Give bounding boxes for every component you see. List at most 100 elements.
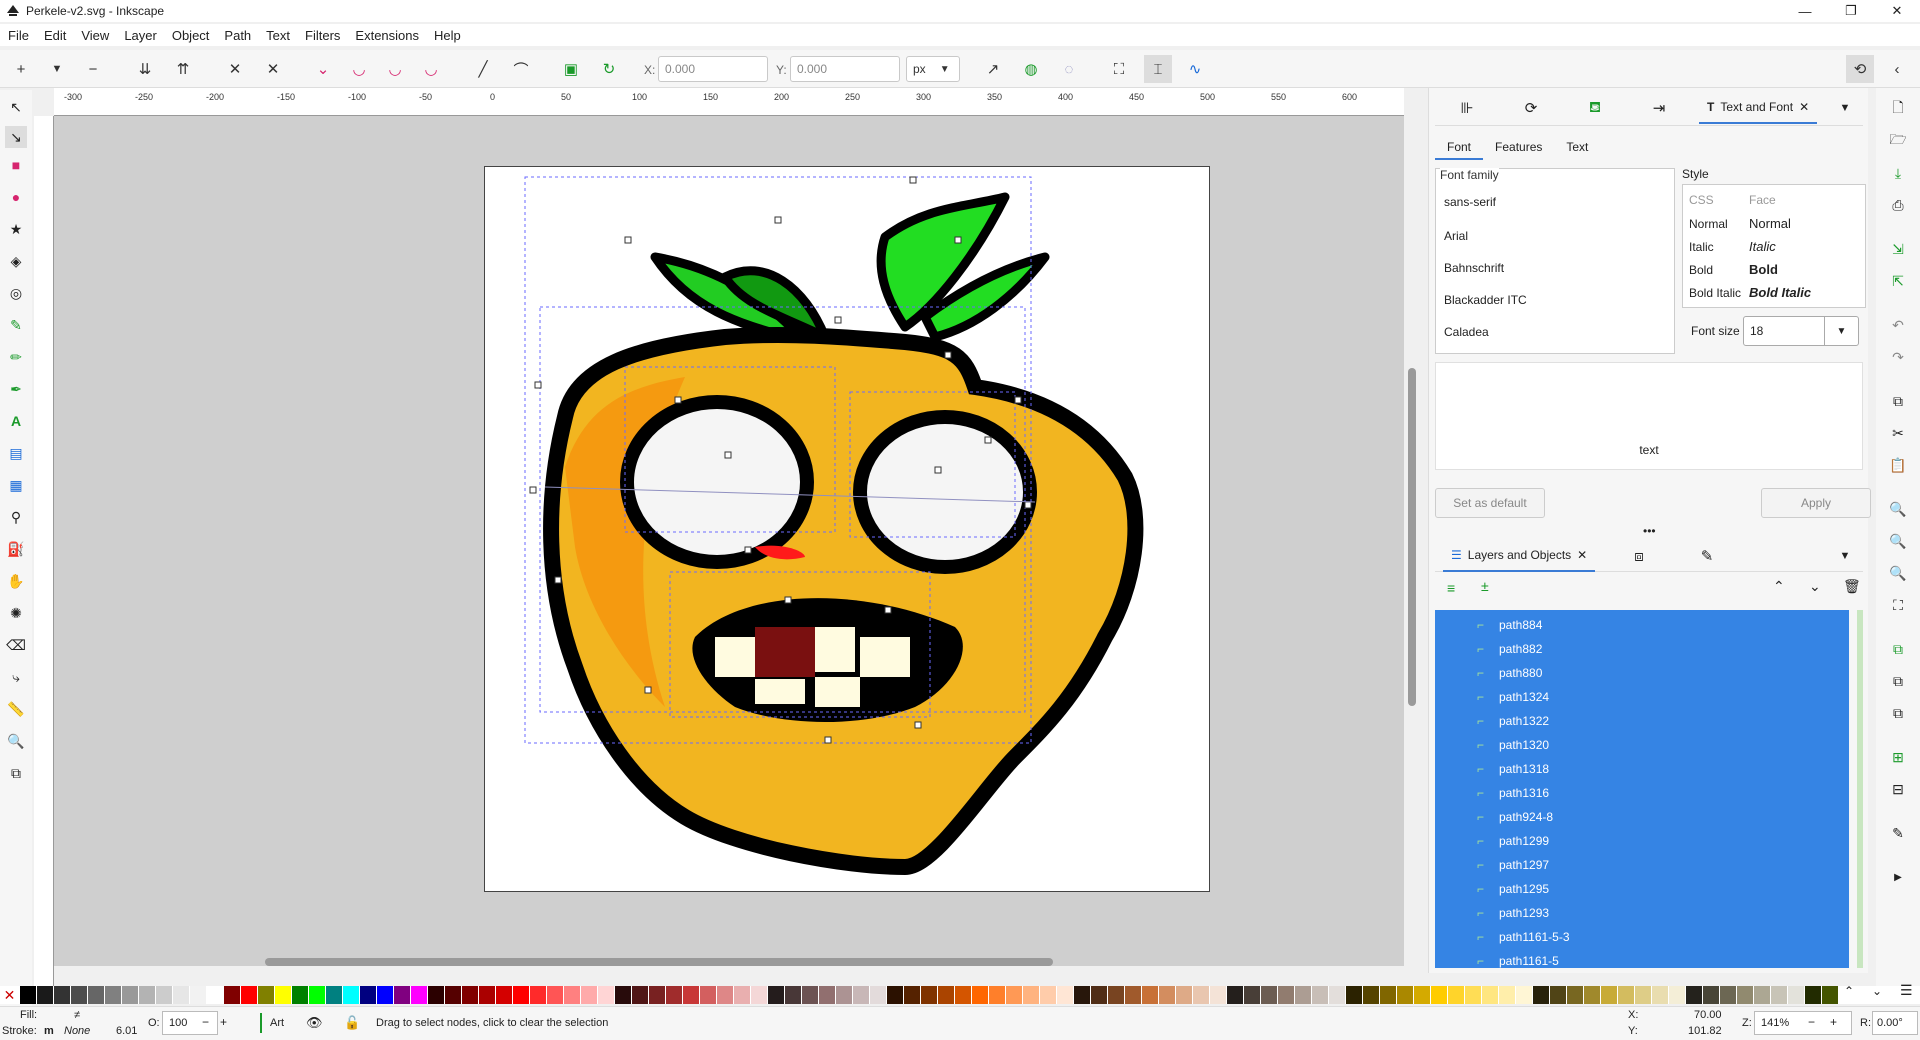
style-css[interactable]: Bold Italic	[1689, 286, 1741, 300]
vertical-scrollbar[interactable]	[1408, 368, 1416, 706]
list-item[interactable]: ⌐ path1318	[1435, 757, 1849, 781]
show-mask-icon[interactable]: ◌	[1060, 60, 1078, 78]
layer-visibility-icon[interactable]: 👁	[306, 1015, 323, 1031]
close-window-button[interactable]: ✕	[1874, 0, 1920, 22]
color-swatch[interactable]	[1771, 986, 1788, 1004]
color-swatch[interactable]	[1737, 986, 1754, 1004]
color-swatch[interactable]	[1720, 986, 1737, 1004]
color-swatch[interactable]	[1261, 986, 1278, 1004]
color-swatch[interactable]	[1635, 986, 1652, 1004]
color-swatch[interactable]	[1074, 986, 1091, 1004]
style-css[interactable]: Bold	[1689, 263, 1713, 277]
snap-menu-icon[interactable]: ‹	[1888, 60, 1906, 78]
menu-view[interactable]: View	[81, 28, 109, 43]
color-swatch[interactable]	[1499, 986, 1516, 1004]
color-swatch[interactable]	[445, 986, 462, 1004]
menu-filters[interactable]: Filters	[305, 28, 340, 43]
menu-path[interactable]: Path	[224, 28, 251, 43]
pencil-tool-icon[interactable]: ✏	[7, 348, 25, 366]
lower-object-icon[interactable]: ⌄	[1809, 578, 1821, 595]
color-swatch[interactable]	[700, 986, 717, 1004]
color-swatch[interactable]	[326, 986, 343, 1004]
copy-icon[interactable]: ⧉	[1889, 392, 1907, 410]
export-tab-icon[interactable]: ⇥	[1649, 98, 1669, 118]
undo-icon[interactable]: ↶	[1889, 316, 1907, 334]
show-handles-icon[interactable]: ⌶	[1144, 55, 1172, 83]
color-swatch[interactable]	[1193, 986, 1210, 1004]
color-swatch[interactable]	[1227, 986, 1244, 1004]
color-swatch[interactable]	[904, 986, 921, 1004]
ellipse-tool-icon[interactable]: ●	[7, 188, 25, 206]
color-swatch[interactable]	[1550, 986, 1567, 1004]
color-swatch[interactable]	[938, 986, 955, 1004]
show-clip-path-icon[interactable]: ◍	[1022, 60, 1040, 78]
horizontal-scrollbar[interactable]	[265, 958, 1053, 966]
join-segment-icon[interactable]: ✕	[226, 60, 244, 78]
show-path-outline-icon[interactable]: ∿	[1186, 60, 1204, 78]
style-face[interactable]: Italic	[1749, 239, 1776, 254]
cusp-node-icon[interactable]: ⌄	[314, 60, 332, 78]
transform-tab-icon[interactable]: ⟳	[1521, 98, 1541, 118]
color-swatch[interactable]	[1805, 986, 1822, 1004]
opacity-decrement-icon[interactable]: −	[202, 1015, 209, 1029]
group-icon[interactable]: ⊞	[1889, 748, 1907, 766]
3d-box-tool-icon[interactable]: ◈	[7, 252, 25, 270]
color-swatch[interactable]	[54, 986, 71, 1004]
list-item[interactable]: ⌐ path1316	[1435, 781, 1849, 805]
color-swatch[interactable]	[768, 986, 785, 1004]
edit-icon[interactable]: ✎	[1889, 824, 1907, 842]
apply-button[interactable]: Apply	[1761, 488, 1871, 518]
list-item[interactable]: ⌐ path1324	[1435, 685, 1849, 709]
color-swatch[interactable]	[1669, 986, 1686, 1004]
zoom-out-icon[interactable]: −	[1808, 1015, 1815, 1029]
font-family-input[interactable]: sans-serif	[1444, 195, 1496, 209]
delete-node-icon[interactable]: −	[84, 60, 102, 78]
add-layer-icon[interactable]: ≡	[1447, 580, 1455, 596]
color-swatch[interactable]	[173, 986, 190, 1004]
color-swatch[interactable]	[105, 986, 122, 1004]
color-swatch[interactable]	[564, 986, 581, 1004]
color-swatch[interactable]	[1448, 986, 1465, 1004]
color-swatch[interactable]	[1040, 986, 1057, 1004]
color-swatch[interactable]	[1397, 986, 1414, 1004]
delete-segment-icon[interactable]: ✕	[264, 60, 282, 78]
duplicate-icon[interactable]: ⧉	[1889, 640, 1907, 658]
measure-tool-icon[interactable]: 📏	[7, 700, 25, 718]
tweak-tool-icon[interactable]: ✋	[7, 572, 25, 590]
color-swatch[interactable]	[1822, 986, 1839, 1004]
pages-tool-icon[interactable]: ⧉	[7, 764, 25, 782]
color-swatch[interactable]	[1329, 986, 1346, 1004]
color-swatch[interactable]	[496, 986, 513, 1004]
symmetric-node-icon[interactable]: ◡	[386, 60, 404, 78]
eraser-tool-icon[interactable]: ⌫	[6, 636, 26, 654]
paint-bucket-tool-icon[interactable]: ⛽	[7, 540, 25, 558]
menu-edit[interactable]: Edit	[44, 28, 66, 43]
layers-object-list[interactable]: ⌐ path884 ⌐ path882 ⌐ path880 ⌐ path1324 ⌐ pa…	[1435, 610, 1849, 968]
color-swatch[interactable]	[547, 986, 564, 1004]
color-swatch[interactable]	[479, 986, 496, 1004]
color-swatch[interactable]	[955, 986, 972, 1004]
color-swatch[interactable]	[1295, 986, 1312, 1004]
zoom-input[interactable]: 141%	[1754, 1011, 1852, 1035]
color-swatch[interactable]	[666, 986, 683, 1004]
fill-stroke-tab-icon[interactable]: ⛾	[1585, 98, 1605, 118]
style-face[interactable]: Bold	[1749, 262, 1778, 277]
color-swatch[interactable]	[1006, 986, 1023, 1004]
color-swatch[interactable]	[921, 986, 938, 1004]
color-swatch[interactable]	[870, 986, 887, 1004]
color-swatch[interactable]	[1023, 986, 1040, 1004]
dropper-tool-icon[interactable]: ⚲	[7, 508, 25, 526]
paste-icon[interactable]: 📋	[1889, 456, 1907, 474]
rectangle-tool-icon[interactable]: ■	[7, 156, 25, 174]
print-icon[interactable]: ⎙	[1889, 196, 1907, 214]
segment-curve-icon[interactable]: ⌒	[512, 60, 530, 79]
color-swatch[interactable]	[275, 986, 292, 1004]
color-swatch[interactable]	[530, 986, 547, 1004]
y-coordinate-field[interactable]: 0.000	[790, 56, 900, 82]
stroke-width[interactable]: 6.01	[116, 1025, 137, 1037]
color-swatch[interactable]	[1108, 986, 1125, 1004]
panel-menu-chevron-icon[interactable]: ▼	[1835, 98, 1855, 118]
ungroup-icon[interactable]: ⊟	[1889, 780, 1907, 798]
snap-toggle-icon[interactable]: ⟲	[1846, 55, 1874, 83]
font-family-list[interactable]: Font family sans-serif Arial Bahnschrift…	[1435, 168, 1675, 354]
